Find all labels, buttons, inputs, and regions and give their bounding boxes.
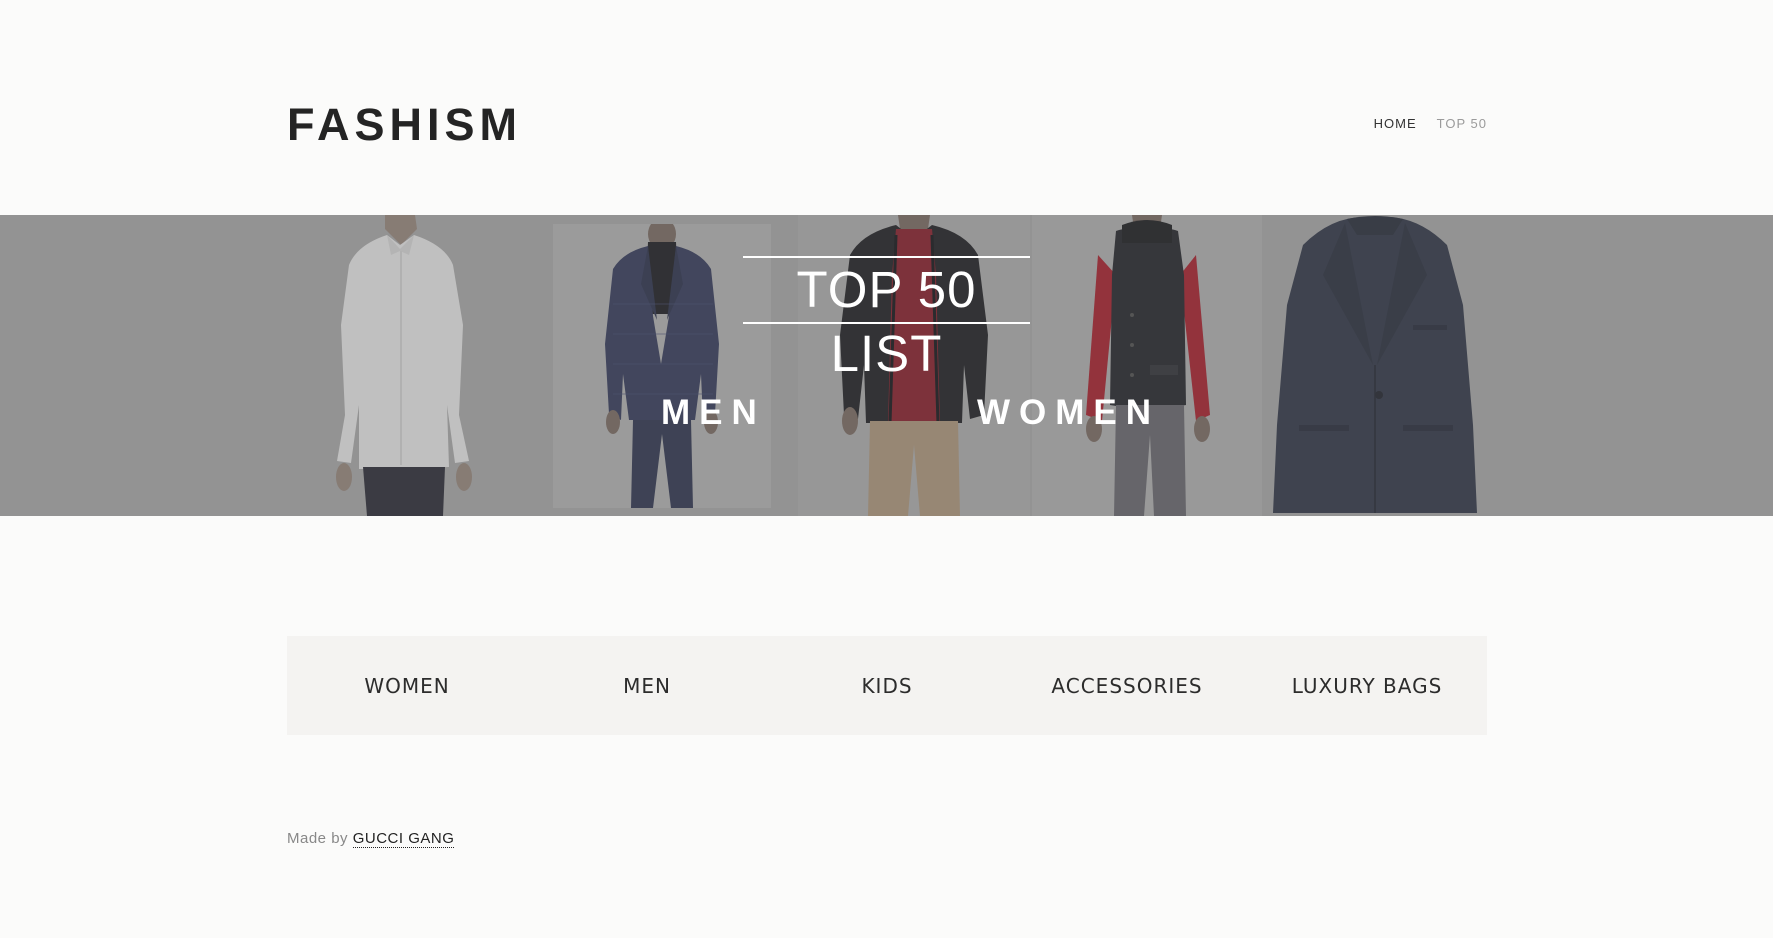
category-women[interactable]: WOMEN — [287, 636, 527, 735]
site-logo[interactable]: FASHISM — [287, 98, 522, 152]
category-kids[interactable]: KIDS — [767, 636, 1007, 735]
site-footer: Made by GUCCI GANG — [287, 830, 455, 848]
category-men[interactable]: MEN — [527, 636, 767, 735]
nav-home-link[interactable]: HOME — [1374, 116, 1417, 131]
hero-women-link[interactable]: WOMEN — [977, 393, 1160, 433]
hero-title: TOP 50 LIST — [743, 256, 1030, 382]
category-luxury-bags[interactable]: LUXURY BAGS — [1247, 636, 1487, 735]
main-nav: HOME TOP 50 — [1374, 116, 1487, 131]
hero-banner: TOP 50 LIST MEN WOMEN — [0, 215, 1773, 516]
site-header: FASHISM HOME TOP 50 — [0, 0, 1773, 215]
hero-men-link[interactable]: MEN — [661, 393, 766, 433]
footer-credit-link[interactable]: GUCCI GANG — [352, 830, 455, 848]
category-bar: WOMEN MEN KIDS ACCESSORIES LUXURY BAGS — [287, 636, 1487, 735]
category-accessories[interactable]: ACCESSORIES — [1007, 636, 1247, 735]
footer-credit-prefix: Made by — [287, 830, 353, 847]
nav-top50-link[interactable]: TOP 50 — [1437, 116, 1487, 131]
